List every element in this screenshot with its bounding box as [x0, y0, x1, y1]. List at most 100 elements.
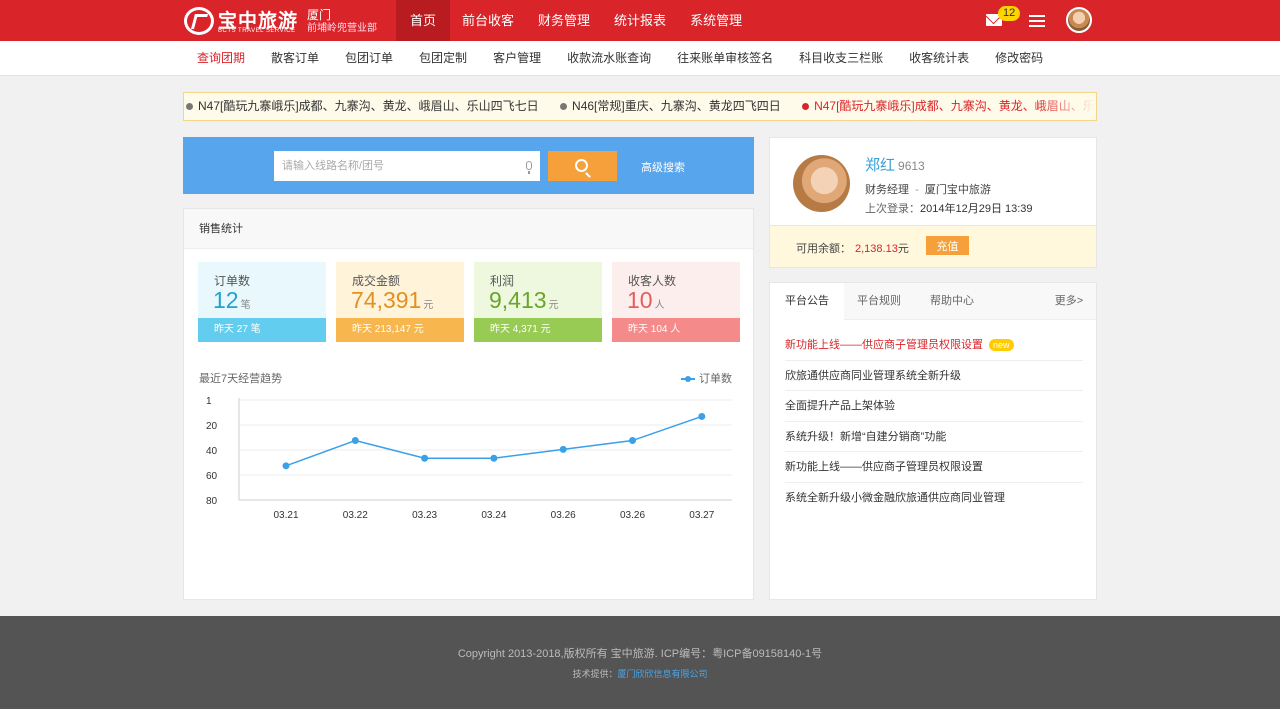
- stat-value: 12 笔: [213, 287, 251, 313]
- chart-legend[interactable]: 订单数: [681, 370, 732, 386]
- data-point: [421, 454, 429, 462]
- y-tick-label: 80: [206, 496, 218, 507]
- search-input[interactable]: [274, 151, 540, 181]
- stat-card-orders: 订单数 12 笔 昨天 27 笔: [198, 262, 326, 342]
- data-point: [351, 437, 359, 445]
- stat-card-amount: 成交金额 74,391 元 昨天 213,147 元: [336, 262, 464, 342]
- x-tick-label: 03.27: [689, 510, 714, 521]
- mail-count-badge: 12: [998, 6, 1021, 21]
- logo-mark-icon: [184, 7, 214, 35]
- notice-panel: 平台公告 平台规则 帮助中心 更多> 新功能上线——供应商子管理员权限设置 new…: [769, 282, 1097, 600]
- data-point: [698, 412, 706, 420]
- stat-value: 9,413 元: [489, 287, 559, 313]
- list-item[interactable]: 新功能上线——供应商子管理员权限设置 new: [785, 330, 1083, 361]
- menu-list-icon[interactable]: [1029, 15, 1045, 27]
- nav-reports[interactable]: 统计报表: [602, 0, 678, 41]
- microphone-icon[interactable]: [526, 161, 532, 174]
- subnav-group-orders[interactable]: 包团订单: [332, 41, 406, 76]
- search-icon: [575, 159, 588, 172]
- stat-yesterday: 昨天 213,147 元: [336, 318, 464, 342]
- profile-role: 财务经理 - 厦门宝中旅游: [865, 184, 991, 196]
- trend-chart: 1 20 40 60 80 03.21 03.22 03.23 03.24 03.26 03.26 0…: [206, 396, 732, 521]
- tab-announcements[interactable]: 平台公告: [770, 283, 844, 321]
- advanced-search-link[interactable]: 高级搜索: [641, 159, 685, 175]
- user-avatar[interactable]: [1066, 7, 1092, 33]
- more-link[interactable]: 更多>: [1046, 283, 1092, 320]
- route-ticker: N47[酷玩九寨峨乐]成都、九寨沟、黄龙、峨眉山、乐山四飞七日 N46[常规]重…: [183, 92, 1097, 121]
- profile-name: 郑红 9613: [865, 157, 925, 174]
- subnav-customers[interactable]: 客户管理: [480, 41, 554, 76]
- y-tick-label: 40: [206, 446, 218, 457]
- trend-title: 最近7天经营趋势: [199, 373, 283, 385]
- logo[interactable]: 宝中旅游 BCTS TRAVEL SERVICE: [184, 6, 298, 36]
- notice-tabs: 平台公告 平台规则 帮助中心 更多>: [770, 283, 1096, 321]
- new-badge: new: [989, 339, 1014, 352]
- x-tick-label: 03.22: [343, 510, 368, 521]
- subnav-bill-review[interactable]: 往来账单审核签名: [664, 41, 786, 76]
- stat-yesterday: 昨天 27 笔: [198, 318, 326, 342]
- subnav-ledger[interactable]: 科目收支三栏账: [786, 41, 896, 76]
- tab-rules[interactable]: 平台规则: [844, 283, 914, 320]
- search-panel: 高级搜索: [183, 137, 754, 194]
- subnav-group-custom[interactable]: 包团定制: [406, 41, 480, 76]
- last-login: 上次登录：2014年12月29日 13:39: [865, 203, 1033, 215]
- nav-front-desk[interactable]: 前台收客: [450, 0, 526, 41]
- branch-info: 厦门 前埔岭兜营业部: [307, 8, 377, 35]
- subnav-receipts[interactable]: 收款流水账查询: [554, 41, 664, 76]
- main-nav: 首页 前台收客 财务管理 统计报表 系统管理: [396, 0, 754, 41]
- footer: Copyright 2013-2018,版权所有 宝中旅游. ICP编号：粤IC…: [0, 616, 1280, 709]
- subnav-customer-stats[interactable]: 收客统计表: [896, 41, 982, 76]
- balance-label: 可用余额： 2,138.13元: [796, 243, 909, 255]
- y-tick-label: 1: [206, 396, 212, 407]
- stat-value: 74,391 元: [351, 287, 434, 313]
- nav-home[interactable]: 首页: [396, 0, 451, 41]
- list-item[interactable]: 欣旅通供应商同业管理系统全新升级: [785, 361, 1083, 391]
- data-point: [629, 437, 636, 445]
- branch-name: 前埔岭兜营业部: [307, 23, 377, 34]
- y-tick-label: 60: [206, 471, 218, 482]
- ticker-item[interactable]: N46[常规]重庆、九寨沟、黄龙四飞四日: [558, 93, 781, 120]
- subnav-query-tour[interactable]: 查询团期: [184, 41, 258, 76]
- ticker-fade: [1036, 93, 1096, 120]
- balance-bar: 可用余额： 2,138.13元 充值: [770, 225, 1096, 267]
- profile-id: 9613: [898, 159, 925, 173]
- notice-list: 新功能上线——供应商子管理员权限设置 new 欣旅通供应商同业管理系统全新升级 全…: [785, 330, 1083, 513]
- list-item[interactable]: 全面提升产品上架体验: [785, 391, 1083, 422]
- list-item[interactable]: 新功能上线——供应商子管理员权限设置: [785, 452, 1083, 483]
- subnav-individual-orders[interactable]: 散客订单: [258, 41, 332, 76]
- tech-credit: 技术提供：厦门欣欣信息有限公司: [572, 669, 708, 679]
- copyright: Copyright 2013-2018,版权所有 宝中旅游. ICP编号：粤IC…: [457, 648, 823, 660]
- nav-finance[interactable]: 财务管理: [526, 0, 602, 41]
- data-point: [490, 454, 498, 462]
- sales-title: 销售统计: [184, 209, 753, 249]
- x-tick-label: 03.26: [620, 510, 645, 521]
- stat-value: 10 人: [627, 287, 665, 313]
- stat-yesterday: 昨天 104 人: [612, 318, 740, 342]
- balance-value: 2,138.13: [855, 243, 898, 255]
- profile-avatar: [793, 155, 850, 212]
- tech-provider-link[interactable]: 厦门欣欣信息有限公司: [618, 669, 708, 679]
- search-button[interactable]: [548, 151, 617, 181]
- x-tick-label: 03.21: [273, 510, 298, 521]
- subnav-change-password[interactable]: 修改密码: [982, 41, 1056, 76]
- data-point: [559, 445, 567, 453]
- sub-nav: 查询团期 散客订单 包团订单 包团定制 客户管理 收款流水账查询 往来账单审核签…: [0, 41, 1280, 76]
- data-point: [282, 462, 290, 470]
- tab-help[interactable]: 帮助中心: [916, 283, 988, 320]
- stat-card-customers: 收客人数 10 人 昨天 104 人: [612, 262, 740, 342]
- x-tick-label: 03.26: [551, 510, 576, 521]
- y-tick-label: 20: [206, 421, 218, 432]
- list-item[interactable]: 系统全新升级小微金融欣旅通供应商同业管理: [785, 483, 1083, 514]
- list-item[interactable]: 系统升级！新增“自建分销商”功能: [785, 422, 1083, 452]
- recharge-button[interactable]: 充值: [926, 236, 969, 255]
- profile-card: 郑红 9613 财务经理 - 厦门宝中旅游 上次登录：2014年12月29日 13…: [769, 137, 1097, 268]
- branch-city: 厦门: [307, 8, 332, 22]
- nav-system[interactable]: 系统管理: [678, 0, 754, 41]
- top-bar: 宝中旅游 BCTS TRAVEL SERVICE 厦门 前埔岭兜营业部 首页 前…: [0, 0, 1280, 41]
- legend-line-icon: [681, 376, 695, 383]
- stat-yesterday: 昨天 4,371 元: [474, 318, 602, 342]
- x-tick-label: 03.24: [481, 510, 506, 521]
- x-tick-label: 03.23: [412, 510, 437, 521]
- ticker-item[interactable]: N47[酷玩九寨峨乐]成都、九寨沟、黄龙、峨眉山、乐山四飞七日: [184, 93, 539, 120]
- stat-card-profit: 利润 9,413 元 昨天 4,371 元: [474, 262, 602, 342]
